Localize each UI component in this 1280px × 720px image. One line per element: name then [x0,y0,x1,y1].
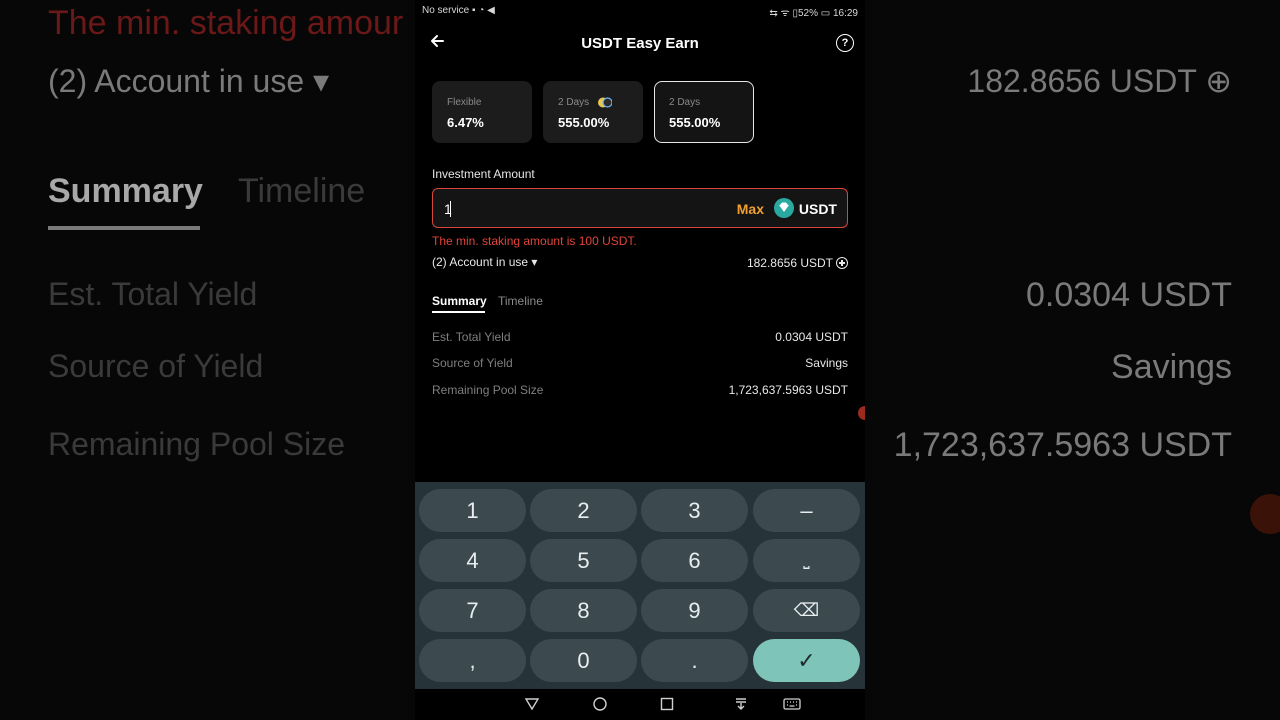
plan-rate: 6.47% [447,115,484,130]
status-bar: No service ▪ ◔ ◀ ⇆ ᯤ ▯52% ▭ 16:29 [415,0,865,20]
tab-timeline[interactable]: Timeline [498,294,543,308]
bg-row-label: Est. Total Yield [48,276,258,312]
tab-summary[interactable]: Summary [432,294,487,308]
text-caret [450,201,451,217]
plan-label: Flexible [447,97,482,108]
summary-value: 1,723,637.5963 USDT [728,383,848,397]
summary-row: Remaining Pool Size 1,723,637.5963 USDT [432,383,848,399]
plan-card-2days[interactable]: 2 Days 555.00% [543,81,643,143]
key-6[interactable]: 6 [641,539,748,582]
balance: 182.8656 USDT [747,255,848,270]
investment-amount-label: Investment Amount [432,167,535,181]
key-8[interactable]: 8 [530,589,637,632]
key-comma[interactable]: , [419,639,526,682]
key-minus[interactable]: – [753,489,860,532]
summary-label: Source of Yield [432,356,513,370]
floating-action-dot[interactable] [858,406,865,420]
key-dot[interactable]: . [641,639,748,682]
coins-icon [598,97,612,108]
summary-row: Source of Yield Savings [432,356,848,372]
plan-label: 2 Days [558,97,590,108]
download-icon[interactable] [733,696,749,712]
summary-value: 0.0304 USDT [775,330,848,344]
summary-label: Est. Total Yield [432,330,511,344]
app-header: USDT Easy Earn ? [415,28,865,60]
key-5[interactable]: 5 [530,539,637,582]
key-0[interactable]: 0 [530,639,637,682]
investment-amount-input[interactable]: 1 Max USDT [432,188,848,228]
bg-balance: 182.8656 USDT ⊕ [967,63,1232,99]
system-nav-bar [415,689,865,720]
summary-value: Savings [805,356,848,370]
bg-error-text: The min. staking amour [48,4,404,42]
key-backspace[interactable]: ⌫ [753,589,860,632]
bg-row-label: Remaining Pool Size [48,426,346,462]
key-7[interactable]: 7 [419,589,526,632]
min-staking-error: The min. staking amount is 100 USDT. [432,234,637,248]
bg-row-value: Savings [1111,348,1232,386]
numeric-keyboard: 1 2 3 – 4 5 6 ⎵ 7 8 9 ⌫ , 0 . ✓ [415,482,865,689]
usdt-coin-icon [774,198,794,218]
back-triangle-icon[interactable] [524,696,540,712]
recents-square-icon[interactable] [659,696,675,712]
plan-card-flexible[interactable]: Flexible 6.47% [432,81,532,143]
page-title: USDT Easy Earn [581,35,699,52]
bg-row-value: 1,723,637.5963 USDT [893,426,1232,464]
summary-row: Est. Total Yield 0.0304 USDT [432,330,848,346]
keyboard-icon[interactable] [783,696,801,712]
key-1[interactable]: 1 [419,489,526,532]
key-9[interactable]: 9 [641,589,748,632]
key-space[interactable]: ⎵ [753,539,860,582]
phone-screen: No service ▪ ◔ ◀ ⇆ ᯤ ▯52% ▭ 16:29 USDT E… [415,0,865,720]
summary-label: Remaining Pool Size [432,383,544,397]
key-3[interactable]: 3 [641,489,748,532]
bg-row-label: Source of Yield [48,348,264,384]
key-2[interactable]: 2 [530,489,637,532]
plan-rate: 555.00% [669,115,721,130]
bg-tab-summary: Summary [48,172,203,210]
plan-card-2days-selected[interactable]: 2 Days 555.00% [654,81,754,143]
bg-account: (2) Account in use ▾ [48,63,330,99]
currency-label[interactable]: USDT [799,201,837,217]
status-right: ⇆ ᯤ ▯52% ▭ 16:29 [769,8,858,19]
bg-tab-underline [48,226,200,230]
question-circle-icon[interactable]: ? [836,34,854,52]
max-button[interactable]: Max [737,201,764,217]
bg-tab-timeline: Timeline [238,172,366,210]
bg-floating-dot [1250,494,1280,534]
plus-circle-icon[interactable] [836,257,848,269]
tab-underline [432,311,485,313]
plan-rate: 555.00% [558,115,610,130]
bg-row-value: 0.0304 USDT [1026,276,1232,314]
account-selector[interactable]: (2) Account in use ▾ [432,255,537,269]
key-confirm[interactable]: ✓ [753,639,860,682]
status-left: No service ▪ ◔ ◀ [422,5,495,16]
balance-value: 182.8656 USDT [746,256,833,270]
plan-label: 2 Days [669,97,701,108]
key-4[interactable]: 4 [419,539,526,582]
home-circle-icon[interactable] [592,696,608,712]
